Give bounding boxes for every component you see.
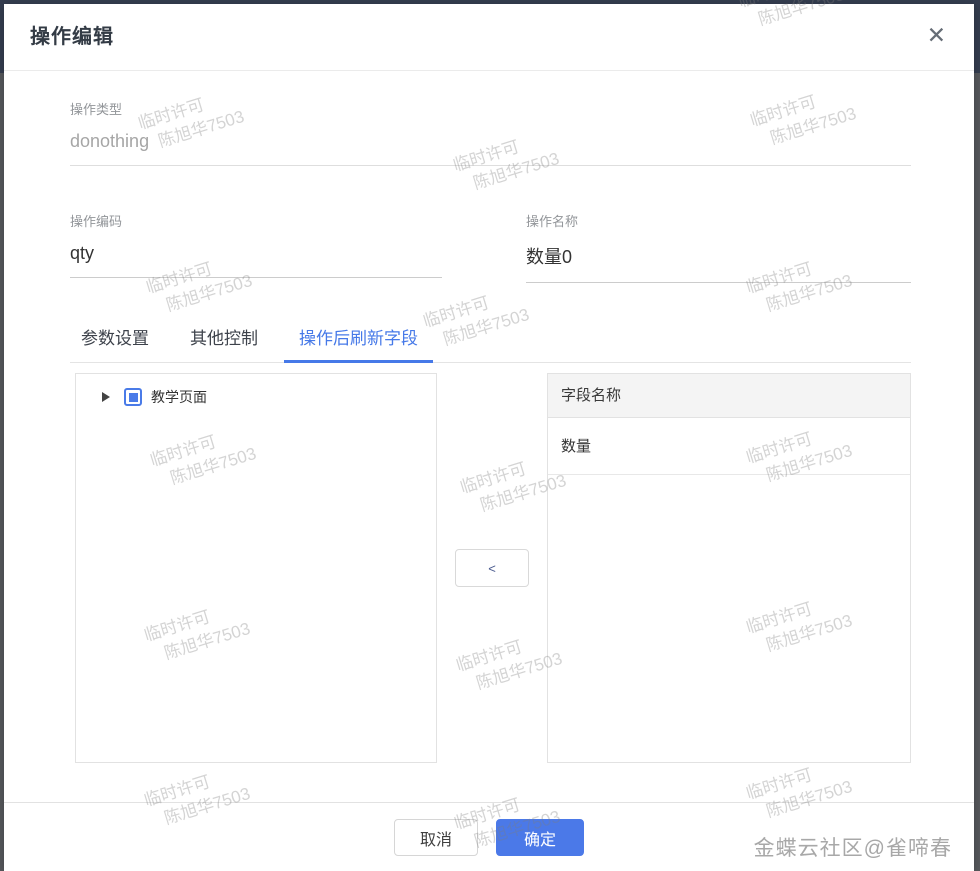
operation-type-value: donothing [70,131,911,166]
operation-code-label: 操作编码 [70,214,123,229]
close-icon[interactable]: ✕ [927,24,946,47]
community-credit: 金蝶云社区@雀啼春 [753,837,952,860]
transfer-controls: < [437,373,547,587]
operation-type-label: 操作类型 [70,102,123,117]
field-tree-panel: 教学页面 [75,373,437,763]
tab-other-control[interactable]: 其他控制 [190,324,258,362]
operation-edit-dialog: 操作编辑 ✕ 操作类型 donothing 操作编码 qty 操作名称 数量0 … [4,4,974,871]
operation-name-input[interactable]: 数量0 [526,243,911,283]
dialog-header: 操作编辑 ✕ [4,4,974,71]
expand-arrow-icon[interactable] [102,392,110,402]
field-operation-name: 操作名称 数量0 [526,211,911,283]
tree-checkbox-indeterminate[interactable] [124,388,142,406]
operation-name-label: 操作名称 [526,214,579,229]
cancel-button[interactable]: 取消 [394,819,478,856]
checkbox-inner-mark [128,392,138,402]
confirm-button[interactable]: 确定 [496,819,584,856]
field-operation-type: 操作类型 donothing [70,99,911,166]
move-left-button[interactable]: < [455,549,529,587]
screen: 操作编辑 ✕ 操作类型 donothing 操作编码 qty 操作名称 数量0 … [0,0,980,871]
field-row: 操作编码 qty 操作名称 数量0 [70,211,911,283]
tab-bar: 参数设置 其他控制 操作后刷新字段 [70,324,911,363]
field-operation-code: 操作编码 qty [70,211,442,283]
operation-code-input[interactable]: qty [70,243,442,278]
tab-refresh-fields-after-operation[interactable]: 操作后刷新字段 [284,324,433,363]
tree-node-label: 教学页面 [151,389,207,405]
table-header-field-name: 字段名称 [548,374,910,418]
selected-fields-panel: 字段名称 数量 [547,373,911,763]
transfer-area: 教学页面 < 字段名称 数量 [70,373,911,763]
table-row-quantity[interactable]: 数量 [548,418,910,475]
tree-node-teaching-page[interactable]: 教学页面 [76,374,436,407]
dialog-body: 操作类型 donothing 操作编码 qty 操作名称 数量0 参数设置 其他… [70,72,911,763]
dialog-title: 操作编辑 [30,26,114,48]
tab-param-settings[interactable]: 参数设置 [81,324,149,362]
